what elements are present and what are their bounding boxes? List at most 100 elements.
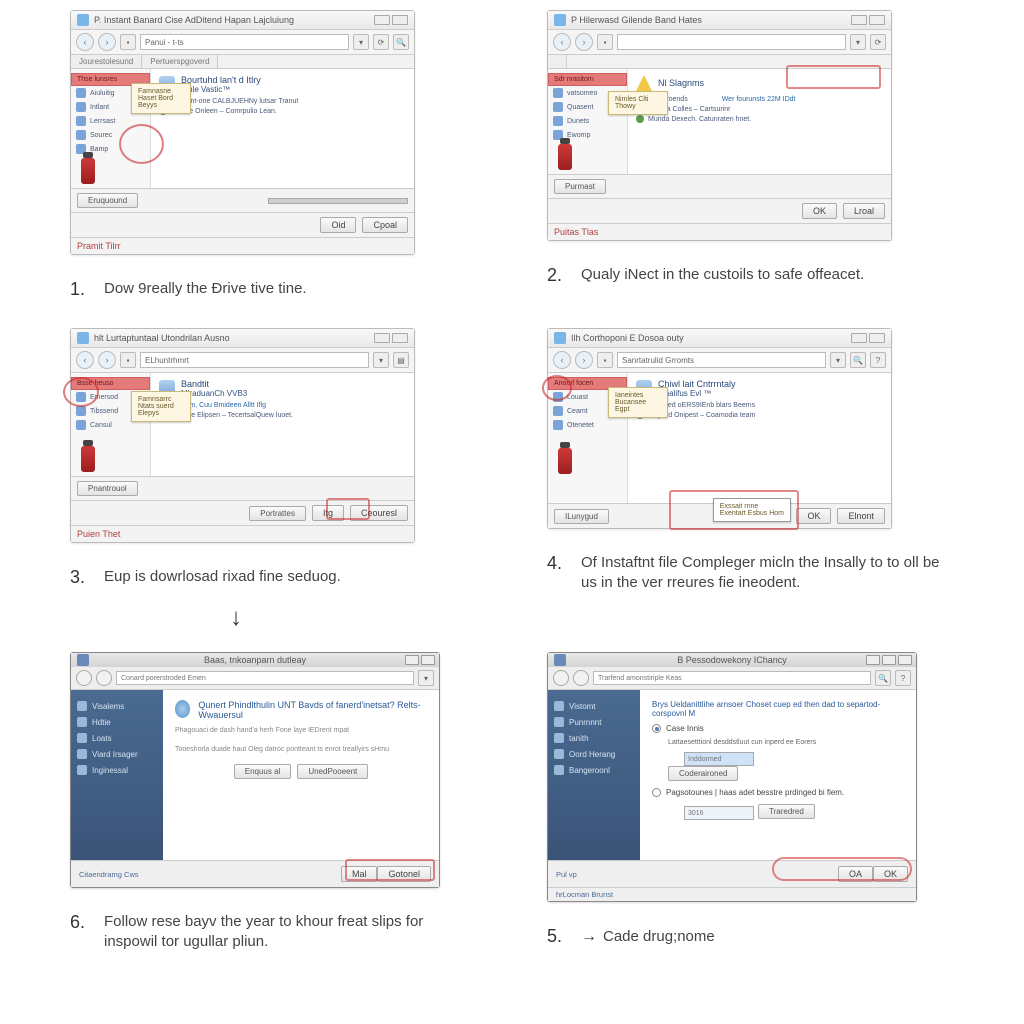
back-button[interactable]: ‹: [553, 351, 571, 369]
forward-button[interactable]: ›: [575, 351, 593, 369]
sidebar-item[interactable]: Lerrsast: [71, 114, 150, 128]
cancel-button[interactable]: Lroal: [843, 203, 885, 219]
left-button[interactable]: Purmast: [554, 179, 606, 194]
popup-line: Famnasne: [138, 88, 184, 95]
add-button[interactable]: Coderaironed: [668, 766, 738, 781]
sidebar-item[interactable]: Punrnnnt: [554, 714, 634, 730]
forward-button[interactable]: ›: [98, 33, 116, 51]
cancel-button[interactable]: Elnont: [837, 508, 885, 524]
ok-button[interactable]: OK: [802, 203, 837, 219]
ok-button[interactable]: Mal: [341, 866, 378, 882]
value-input[interactable]: 3016: [684, 806, 754, 820]
warning-label: Nl Slagnms: [658, 78, 704, 88]
address-bar[interactable]: [617, 34, 846, 50]
sidebar-item[interactable]: Sourec: [71, 128, 150, 142]
sidebar-item[interactable]: Visalems: [77, 698, 157, 714]
close-button[interactable]: [869, 15, 885, 25]
back-button[interactable]: ‹: [76, 33, 94, 51]
scrollbar[interactable]: [268, 198, 408, 204]
forward-button[interactable]: [573, 670, 589, 686]
address-bar[interactable]: Trarfend amonstiriple Keas: [593, 671, 871, 685]
search-icon[interactable]: 🔍: [850, 352, 866, 368]
back-button[interactable]: [553, 670, 569, 686]
minimize-button[interactable]: [851, 333, 867, 343]
step-2: 2. Qualy iNect in the custoils to safe o…: [547, 265, 954, 286]
back-button[interactable]: ‹: [553, 33, 571, 51]
view-icon[interactable]: ▤: [393, 352, 409, 368]
dropdown-icon[interactable]: ▾: [830, 352, 846, 368]
sidebar-item[interactable]: Inginessal: [77, 762, 157, 778]
refresh-icon[interactable]: ⟳: [870, 34, 886, 50]
content-right-link[interactable]: Wer fourunsts 22M IDdt: [722, 96, 796, 103]
cancel-button[interactable]: Ceouresl: [350, 505, 408, 521]
address-bar[interactable]: Panui - t-ts: [140, 34, 349, 50]
maximize-button[interactable]: [882, 655, 896, 665]
search-icon[interactable]: 🔍: [875, 670, 891, 686]
sidebar-item[interactable]: Vistomt: [554, 698, 634, 714]
option-button[interactable]: UnedPooeent: [297, 764, 368, 779]
panel-body: Vistomt Punrnnnt tanith Oord Herang Bang…: [548, 690, 916, 860]
refresh-icon[interactable]: ⟳: [373, 34, 389, 50]
tab-1[interactable]: [548, 55, 567, 68]
cancel-button[interactable]: OK: [873, 866, 908, 882]
ok-button[interactable]: Oid: [320, 217, 356, 233]
tab-2[interactable]: Pertuerspgoverd: [142, 55, 218, 68]
content-line-text: Munda Dexech. Catunraten hnet.: [648, 116, 751, 123]
help-icon[interactable]: ?: [870, 352, 886, 368]
mid-button[interactable]: Portrattes: [249, 506, 306, 521]
mid-button-row: Enquus al UnedPooeent: [175, 764, 427, 779]
sidebar-item[interactable]: Viard Irsager: [77, 746, 157, 762]
ok-button[interactable]: Itg: [312, 505, 344, 521]
minimize-button[interactable]: [866, 655, 880, 665]
radio-option-2[interactable]: Pagsotounes | haas adet besstre prdinged…: [652, 788, 904, 797]
minimize-button[interactable]: [374, 333, 390, 343]
dropdown-icon[interactable]: ▾: [850, 34, 866, 50]
left-button[interactable]: Eruquound: [77, 193, 138, 208]
sidebar-item[interactable]: Oord Herang: [554, 746, 634, 762]
left-button[interactable]: Pnantrouol: [77, 481, 138, 496]
minimize-button[interactable]: [851, 15, 867, 25]
address-bar[interactable]: Conard porerstroded Emen: [116, 671, 414, 685]
forward-button[interactable]: ›: [98, 351, 116, 369]
ok-button[interactable]: OA: [838, 866, 873, 882]
sidebar-item[interactable]: tanith: [554, 730, 634, 746]
minimize-button[interactable]: [405, 655, 419, 665]
help-icon[interactable]: ?: [895, 670, 911, 686]
left-button[interactable]: ILunygud: [554, 509, 609, 524]
minimize-button[interactable]: [374, 15, 390, 25]
sidebar-item[interactable]: Dunets: [548, 114, 627, 128]
name-input[interactable]: Inddormed: [684, 752, 754, 766]
cancel-button[interactable]: Cpoal: [362, 217, 408, 233]
close-button[interactable]: [898, 655, 912, 665]
dropdown-icon[interactable]: ▾: [373, 352, 389, 368]
close-button[interactable]: [392, 333, 408, 343]
back-button[interactable]: [76, 670, 92, 686]
dropdown-icon[interactable]: ▾: [418, 670, 434, 686]
sidebar-item[interactable]: Hdtie: [77, 714, 157, 730]
footer-link[interactable]: Citaendramg Cws: [79, 870, 139, 879]
close-button[interactable]: [869, 333, 885, 343]
radio-option-1[interactable]: Case Innis: [652, 724, 904, 733]
ok-button[interactable]: OK: [796, 508, 831, 524]
sidebar-item[interactable]: Otenetet: [548, 418, 627, 432]
tab-1[interactable]: Jourestolesund: [71, 55, 142, 68]
window-title: P Hilerwasd Gilende Band Hates: [571, 15, 702, 25]
address-bar[interactable]: Sanrtatrulid Grromts: [617, 352, 826, 368]
forward-button[interactable]: [96, 670, 112, 686]
close-button[interactable]: [392, 15, 408, 25]
sidebar-item[interactable]: Bangeroonl: [554, 762, 634, 778]
back-button[interactable]: ‹: [76, 351, 94, 369]
sidebar-item-icon: [554, 765, 564, 775]
forward-button[interactable]: ›: [575, 33, 593, 51]
browse-button[interactable]: Traredred: [758, 804, 815, 819]
dropdown-icon[interactable]: ▾: [353, 34, 369, 50]
content-link[interactable]: Tytsartidem, Cuu Bmideen Alltt Iflg: [159, 402, 406, 409]
close-button[interactable]: [421, 655, 435, 665]
cancel-button[interactable]: Gotonel: [377, 866, 431, 882]
option-button[interactable]: Enquus al: [234, 764, 292, 779]
sidebar-item[interactable]: Loats: [77, 730, 157, 746]
extinguisher-icon: [558, 448, 572, 474]
search-icon[interactable]: 🔍: [393, 34, 409, 50]
address-bar[interactable]: ELhuntrhmrt: [140, 352, 369, 368]
footer-link[interactable]: Pul vp: [556, 870, 577, 879]
